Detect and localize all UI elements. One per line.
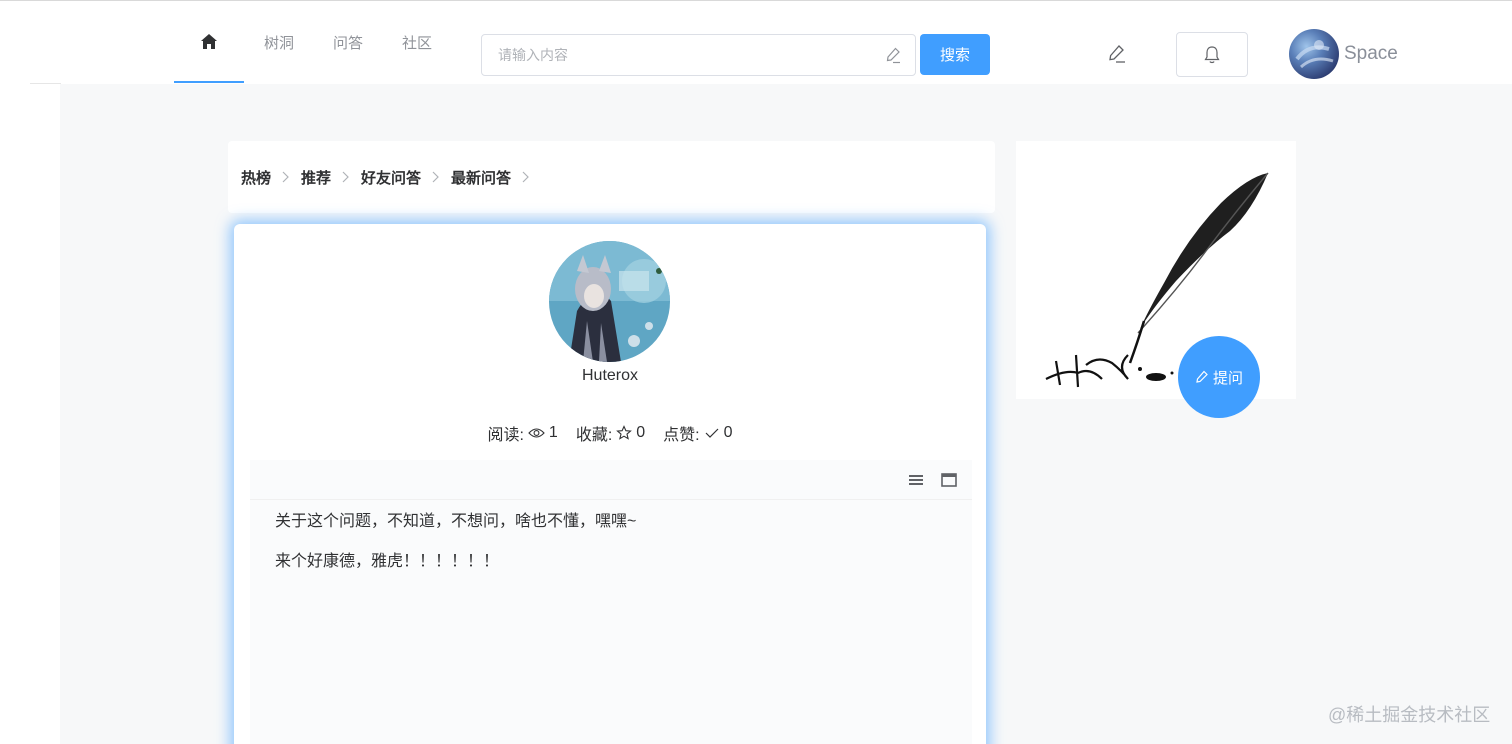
viewer-toolbar	[250, 460, 972, 500]
user-avatar[interactable]	[1289, 29, 1339, 79]
search-field[interactable]	[481, 34, 916, 76]
favorite-stat[interactable]: 收藏: 0	[576, 421, 645, 445]
eye-icon	[528, 428, 545, 438]
search-button[interactable]: 搜索	[920, 34, 990, 75]
top-navbar: 树洞 问答 社区 搜索 Space	[0, 1, 1512, 84]
author-name[interactable]: Huterox	[234, 367, 986, 385]
author-avatar[interactable]	[549, 241, 670, 362]
nav-item-treehole[interactable]: 树洞	[264, 1, 294, 83]
breadcrumb-item-friends-qa[interactable]: 好友问答	[361, 167, 421, 188]
read-label: 阅读:	[487, 427, 524, 444]
question-content-viewer: 关于这个问题，不知道，不想问，啥也不懂，嘿嘿~ 来个好康德，雅虎！！！！！！	[250, 460, 972, 744]
star-icon	[616, 425, 633, 440]
breadcrumb-item-recommend[interactable]: 推荐	[301, 167, 331, 188]
bell-icon	[1204, 45, 1220, 63]
read-count: 1	[548, 424, 558, 441]
ask-button-label: 提问	[1212, 369, 1243, 387]
breadcrumb-item-latest-qa[interactable]: 最新问答	[451, 167, 511, 188]
search-input[interactable]	[482, 35, 872, 75]
write-icon[interactable]	[1105, 43, 1131, 67]
nav-home-tab[interactable]	[174, 1, 244, 83]
like-count: 0	[723, 424, 733, 441]
chevron-right-icon	[522, 171, 529, 183]
breadcrumb: 热榜 推荐 好友问答 最新问答	[228, 141, 995, 213]
like-stat[interactable]: 点赞: 0	[663, 421, 732, 445]
chevron-right-icon	[282, 171, 289, 183]
user-name[interactable]: Space	[1344, 43, 1398, 65]
watermark: @稀土掘金技术社区	[1328, 705, 1491, 725]
avatar-image	[1295, 40, 1334, 69]
left-margin	[0, 84, 60, 744]
like-label: 点赞:	[663, 427, 700, 444]
fullscreen-icon[interactable]	[940, 471, 958, 489]
nav-item-community[interactable]: 社区	[402, 1, 432, 83]
content-paragraph: 来个好康德，雅虎！！！！！！	[275, 553, 500, 570]
nav-item-qa[interactable]: 问答	[333, 1, 363, 83]
edit-icon[interactable]	[883, 45, 903, 65]
read-stat: 阅读: 1	[487, 421, 557, 445]
edit-icon	[1196, 370, 1208, 383]
question-stats: 阅读: 1 收藏: 0 点赞: 0	[234, 421, 986, 445]
favorite-label: 收藏:	[575, 427, 613, 444]
favorite-count: 0	[636, 424, 646, 441]
notification-button[interactable]	[1176, 32, 1248, 77]
breadcrumb-item-hot[interactable]: 热榜	[241, 167, 271, 188]
avatar-image	[549, 241, 670, 362]
question-body: 关于这个问题，不知道，不想问，啥也不懂，嘿嘿~ 来个好康德，雅虎！！！！！！	[275, 512, 636, 592]
ask-question-button[interactable]: 提问	[1178, 336, 1260, 418]
chevron-right-icon	[342, 171, 349, 183]
check-icon	[705, 428, 719, 438]
home-icon	[201, 33, 217, 49]
question-card: Huterox 阅读: 1 收藏: 0 点赞: 0 关于这个问题，不知道，不想问…	[234, 224, 986, 744]
content-paragraph: 关于这个问题，不知道，不想问，啥也不懂，嘿嘿~	[275, 513, 637, 530]
menu-icon[interactable]	[907, 471, 925, 489]
chevron-right-icon	[432, 171, 439, 183]
